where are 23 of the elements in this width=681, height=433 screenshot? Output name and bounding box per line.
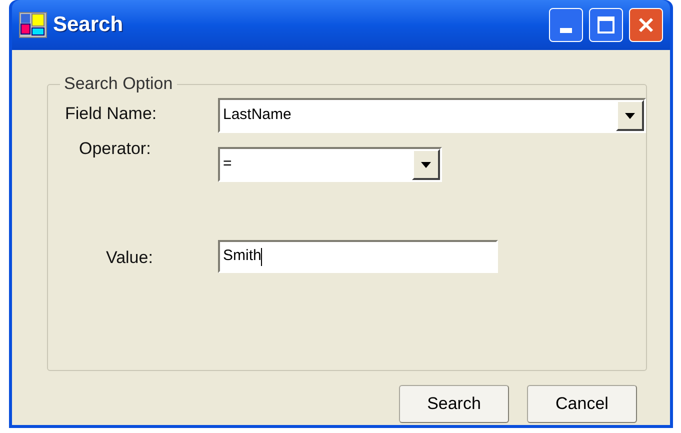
maximize-icon (597, 16, 615, 34)
dropdown-field[interactable]: LastName (218, 98, 646, 133)
group-legend: Search Option (60, 74, 177, 94)
search-button[interactable]: Search (399, 385, 509, 423)
window-title: Search (53, 12, 124, 38)
field-label: Value: (106, 248, 154, 268)
app-icon (19, 12, 47, 38)
minimize-icon (560, 28, 572, 33)
caret-icon (420, 160, 432, 168)
dropdown-value: = (222, 154, 233, 174)
dropdown-button[interactable] (412, 149, 440, 180)
dropdown-field[interactable]: = (218, 147, 442, 182)
close-icon (637, 16, 655, 34)
dropdown-value: LastName (222, 105, 292, 126)
field-label: Operator: (79, 139, 152, 159)
cancel-button[interactable]: Cancel (527, 385, 637, 423)
minimize-button[interactable] (549, 8, 583, 42)
field-label: Field Name: (65, 104, 158, 124)
close-button[interactable] (629, 8, 663, 42)
maximize-button[interactable] (589, 8, 623, 42)
value-field[interactable]: Smith (218, 240, 498, 273)
caret-icon (624, 112, 636, 120)
dropdown-button[interactable] (616, 100, 644, 131)
